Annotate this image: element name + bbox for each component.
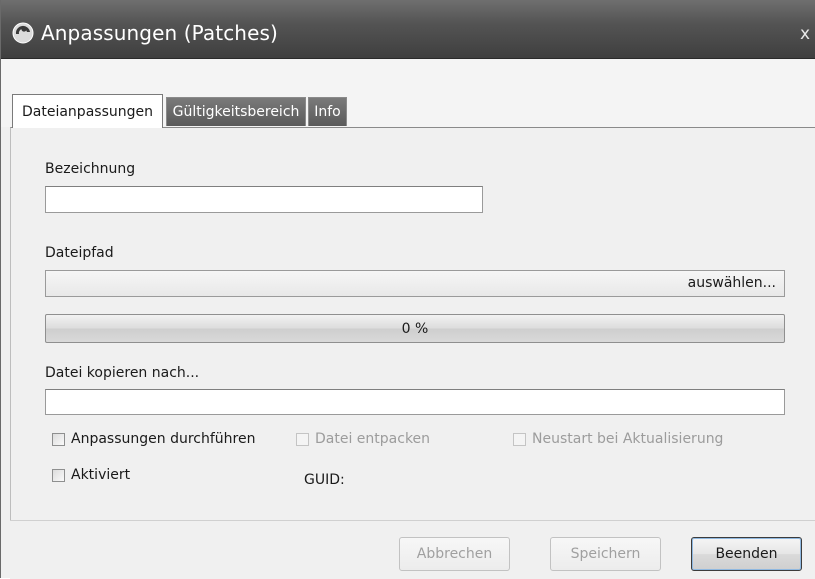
dateipfad-label: Dateipfad — [45, 245, 114, 261]
abbrechen-button[interactable]: Abbrechen — [399, 537, 510, 571]
kopieren-nach-label: Datei kopieren nach... — [45, 365, 200, 381]
neustart-checkbox[interactable] — [513, 433, 526, 446]
entpacken-checkbox-label: Datei entpacken — [315, 431, 431, 447]
title-bar[interactable]: Anpassungen (Patches) x — [1, 0, 815, 59]
aktiviert-checkbox-label[interactable]: Aktiviert — [71, 466, 130, 484]
aktiviert-checkbox[interactable] — [52, 469, 65, 482]
dialog-window: Anpassungen (Patches) x Dateianpassungen… — [0, 0, 815, 579]
speichern-button[interactable]: Speichern — [550, 537, 661, 571]
beenden-button[interactable]: Beenden — [691, 537, 802, 571]
bezeichnung-label: Bezeichnung — [45, 161, 136, 177]
tab-dateianpassungen[interactable]: Dateianpassungen — [12, 94, 163, 128]
progress-text: 0 % — [401, 321, 429, 337]
neustart-checkbox-label: Neustart bei Aktualisierung — [532, 431, 724, 447]
app-logo-icon — [12, 22, 34, 44]
guid-label: GUID: — [304, 472, 345, 488]
tab-info[interactable]: Info — [308, 97, 347, 126]
anpassungen-checkbox[interactable] — [52, 433, 65, 446]
auswaehlen-link[interactable]: auswählen... — [688, 274, 776, 292]
window-title: Anpassungen (Patches) — [41, 21, 278, 45]
bezeichnung-input[interactable] — [45, 186, 483, 213]
anpassungen-checkbox-label[interactable]: Anpassungen durchführen — [71, 430, 255, 448]
tab-gueltigkeitsbereich[interactable]: Gültigkeitsbereich — [166, 97, 306, 126]
entpacken-checkbox[interactable] — [296, 433, 309, 446]
progress-bar: 0 % — [45, 314, 785, 343]
close-icon[interactable]: x — [800, 24, 810, 44]
kopieren-nach-input[interactable] — [45, 389, 785, 415]
dateipfad-field[interactable]: auswählen... — [45, 270, 785, 297]
